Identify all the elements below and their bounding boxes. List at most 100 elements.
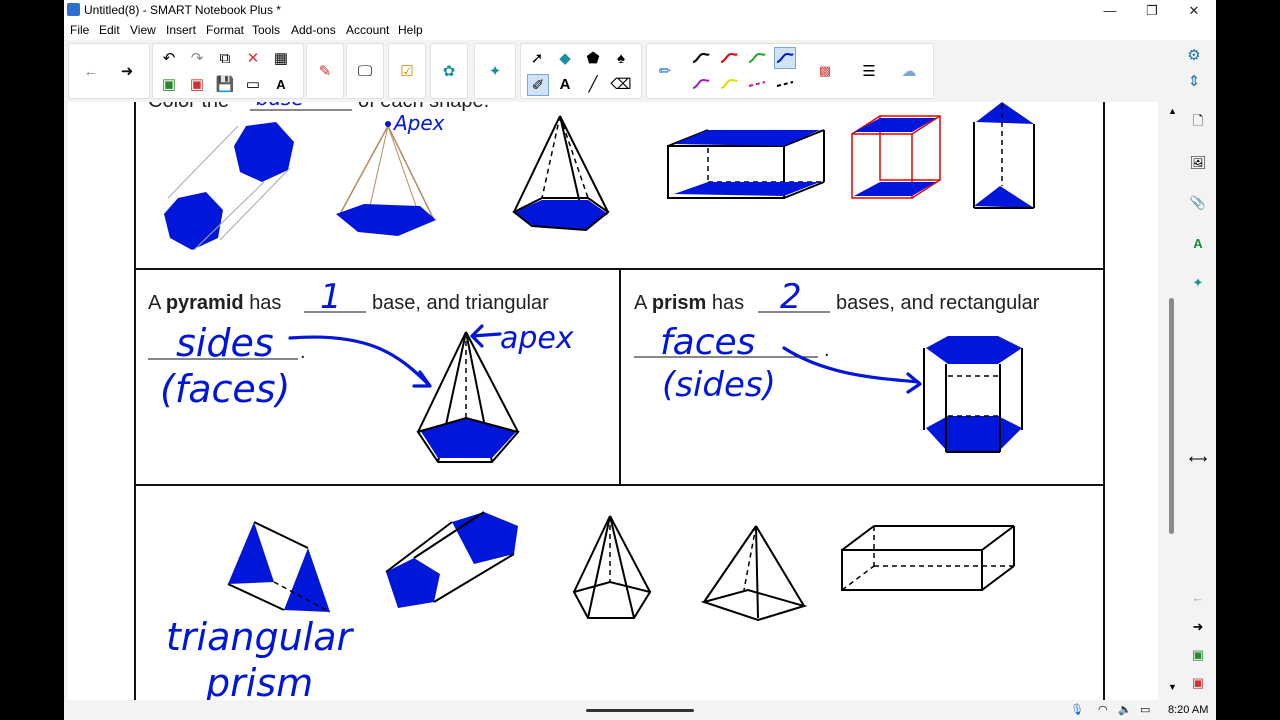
shapes-icon[interactable]: ◆ — [555, 48, 575, 68]
volume-icon[interactable]: 🔈 — [1118, 703, 1132, 716]
menu-edit[interactable]: Edit — [99, 23, 120, 37]
menu-tools[interactable]: Tools — [252, 23, 280, 37]
handwritten-faces: faces — [660, 322, 755, 363]
pen-style-black[interactable] — [691, 48, 711, 68]
arrow-to-prism — [782, 346, 920, 384]
handwritten-1: 1 — [320, 277, 342, 317]
vertical-scrollbar[interactable]: ▲ ▼ — [1164, 102, 1180, 700]
scroll-thumb[interactable] — [1169, 298, 1174, 534]
delete-icon[interactable]: ✕ — [243, 48, 263, 68]
maximize-button[interactable]: ❐ — [1132, 0, 1172, 21]
pyramid-period: . — [300, 341, 306, 363]
attachments-icon[interactable]: 📎 — [1189, 194, 1207, 212]
clone-icon[interactable]: ⧉ — [215, 48, 235, 68]
pen-eraser-icon[interactable]: ✎ — [315, 61, 335, 81]
delete-page-icon[interactable]: ▣ — [187, 74, 207, 94]
rectangular-prism-bottom — [841, 525, 1015, 591]
smart-notebook-window: Untitled(8) - SMART Notebook Plus * — ❐ … — [64, 0, 1216, 720]
settings-gear-icon[interactable]: ⚙ — [1184, 45, 1204, 65]
hexagonal-prism-middle — [923, 336, 1023, 453]
right-sidebar: 🗋 🖼 📎 A ✦ ⟷ ← ➜ ▣ ▣ — [1180, 102, 1216, 700]
prism-period: . — [824, 339, 830, 361]
page-sorter-icon[interactable]: 🗋 — [1189, 113, 1207, 132]
menu-insert[interactable]: Insert — [166, 23, 196, 37]
pen-style-yellow[interactable] — [719, 74, 739, 94]
triangular-prism-top — [973, 102, 1035, 209]
fill-icon[interactable]: ⬟ — [583, 48, 603, 68]
toolbar-move-icon[interactable]: ⇕ — [1184, 71, 1204, 91]
wifi-icon[interactable]: ◠ — [1098, 703, 1108, 716]
page-forward-icon[interactable]: ➜ — [1189, 618, 1207, 636]
activity-icon[interactable]: ☑ — [397, 61, 417, 81]
menu-account[interactable]: Account — [346, 23, 389, 37]
arrow-to-pyramid — [288, 335, 430, 386]
display-group: 🖵 — [346, 43, 384, 99]
worksheet: Color the base of each shape. — [134, 102, 1105, 700]
notebook-page[interactable]: Color the base of each shape. — [68, 102, 1158, 700]
instruction-start: Color the — [148, 102, 229, 112]
undo-icon[interactable]: ↶ — [159, 48, 179, 68]
pentagonal-pyramid-bottom — [572, 515, 652, 619]
handwritten-2: 2 — [780, 277, 802, 317]
add-page-icon[interactable]: ▣ — [159, 74, 179, 94]
panel-resize-icon[interactable]: ⟷ — [1189, 450, 1208, 468]
close-button[interactable]: ✕ — [1174, 0, 1214, 21]
handwritten-apex-top: Apex — [392, 111, 445, 135]
delete-page-side-icon[interactable]: ▣ — [1189, 674, 1207, 692]
pen-style-green[interactable] — [747, 48, 767, 68]
add-page-side-icon[interactable]: ▣ — [1189, 646, 1207, 664]
line-icon[interactable]: ╱ — [583, 74, 603, 94]
menu-format[interactable]: Format — [206, 23, 244, 37]
home-indicator[interactable] — [586, 709, 694, 712]
color-palette-icon[interactable]: ▩ — [815, 61, 835, 81]
taskbar: 🎙 ◠ 🔈 ▭ 8:20 AM — [64, 700, 1216, 720]
cloud-icon[interactable]: ☁ — [899, 61, 919, 81]
gallery-icon[interactable]: 🖼 — [1189, 154, 1207, 172]
screen-shade-icon[interactable]: ▭ — [243, 74, 263, 94]
battery-icon[interactable]: ▭ — [1140, 703, 1150, 716]
menu-file[interactable]: File — [70, 23, 89, 37]
select-icon[interactable]: ➚ — [527, 48, 547, 68]
square-pyramid-bottom — [700, 525, 808, 622]
pyramid-apex-outline: Apex — [336, 111, 445, 236]
redo-icon[interactable]: ↷ — [187, 48, 207, 68]
pen-style-magenta-dashed[interactable] — [747, 74, 767, 94]
pen-style-red[interactable] — [719, 48, 739, 68]
clock: 8:20 AM — [1168, 704, 1209, 716]
addons-icon[interactable]: ✿ — [439, 61, 459, 81]
forward-arrow-icon[interactable]: ➜ — [117, 61, 137, 81]
magic-pen-icon[interactable]: ♠ — [611, 48, 631, 68]
red-cube — [851, 115, 941, 199]
addons-panel-icon[interactable]: ✦ — [1189, 274, 1207, 292]
table-icon[interactable]: ▦ — [271, 48, 291, 68]
menu-help[interactable]: Help — [398, 23, 423, 37]
text-icon[interactable]: A — [555, 74, 575, 94]
menu-addons[interactable]: Add-ons — [291, 23, 336, 37]
rectangular-prism-top — [667, 129, 825, 199]
pen-style-blue-selected[interactable] — [774, 47, 796, 69]
handwritten-faces-paren: (faces) — [160, 367, 290, 411]
scroll-up-icon[interactable]: ▲ — [1168, 106, 1177, 116]
save-icon[interactable]: 💾 — [215, 74, 235, 94]
pencil-icon[interactable]: ✏ — [655, 61, 675, 81]
pen-icon[interactable]: ✐ — [527, 74, 549, 96]
page-back-icon[interactable]: ← — [1189, 588, 1207, 606]
handwritten-base: base — [256, 102, 304, 110]
pyramid-sentence-rest: base, and triangular — [372, 292, 549, 314]
pen-style-black-dashed[interactable] — [775, 74, 795, 94]
microphone-icon[interactable]: 🎙 — [1070, 703, 1084, 716]
text-tool-icon[interactable]: A — [271, 74, 291, 94]
scroll-down-icon[interactable]: ▼ — [1168, 682, 1177, 692]
title-bar: Untitled(8) - SMART Notebook Plus * — ❐ … — [64, 0, 1216, 21]
minimize-button[interactable]: — — [1090, 0, 1130, 21]
pyramid-sentence: A pyramid has — [148, 292, 281, 314]
pen-style-purple[interactable] — [691, 74, 711, 94]
line-width-icon[interactable]: ☰ — [859, 61, 879, 81]
toolbar: ← ➜ ↶ ↷ ⧉ ✕ ▦ ▣ ▣ 💾 ▭ A ✎ 🖵 ☑ ✿ ✦ ➚ ◆ ⬟ … — [64, 40, 1216, 103]
back-arrow-icon[interactable]: ← — [81, 61, 101, 81]
properties-icon[interactable]: A — [1189, 234, 1207, 252]
menu-view[interactable]: View — [130, 23, 156, 37]
puzzle-icon[interactable]: ✦ — [485, 61, 505, 81]
eraser-icon[interactable]: ⌫ — [610, 74, 631, 94]
display-icon[interactable]: 🖵 — [355, 61, 375, 81]
